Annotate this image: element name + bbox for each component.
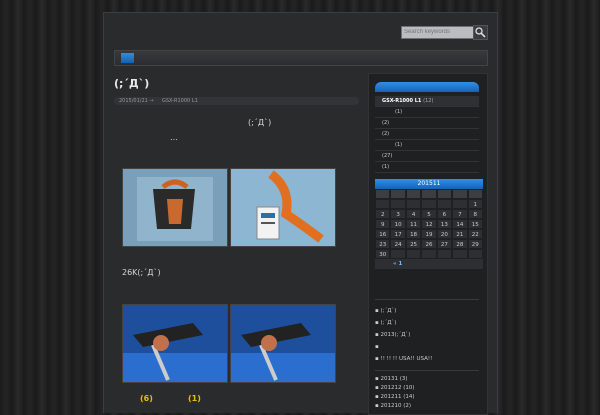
calendar-day[interactable]: 10 — [390, 219, 406, 229]
recent-post-link[interactable]: ▪ 2013(;´Д`) — [375, 329, 432, 341]
calendar-day[interactable]: 4 — [405, 209, 422, 219]
calendar-day — [405, 199, 422, 209]
archive-link[interactable]: ▪ 201210 (2) — [375, 402, 415, 411]
post-footer-count: (1) — [188, 394, 201, 403]
divider — [375, 299, 479, 300]
nav-bar — [114, 50, 488, 66]
sidebar: GSX-R1000 L1 (12) (1) (2) (2) (1) (27) (… — [368, 73, 488, 415]
nav-home-tab[interactable] — [121, 53, 134, 63]
calendar-day[interactable]: 7 — [452, 209, 468, 219]
calendar-day[interactable]: 28 — [452, 239, 468, 249]
calendar-day — [452, 199, 468, 209]
categories-header — [375, 82, 479, 92]
calendar-day[interactable]: 5 — [421, 209, 437, 219]
category-item[interactable]: (1) — [375, 140, 479, 151]
archive-link[interactable]: ▪ 201211 (14) — [375, 393, 415, 402]
calendar-day[interactable]: 22 — [467, 229, 483, 239]
post-meta: 2015/01/21 → GSX-R1000 L1 — [114, 97, 359, 105]
calendar-weekday-header — [390, 189, 406, 199]
calendar-day[interactable]: 19 — [421, 229, 437, 239]
recent-posts-list: ▪ (;´Д`) ▪ (;´Д`) ▪ 2013(;´Д`) ▪ ▪ !! !!… — [375, 305, 432, 365]
post-photo[interactable] — [230, 168, 336, 247]
calendar-day[interactable]: 26 — [421, 239, 437, 249]
calendar-day — [421, 249, 437, 259]
calendar-weekday-header — [436, 189, 453, 199]
archive-link[interactable]: ▪ 201212 (10) — [375, 384, 415, 393]
post-title[interactable]: (;´Д`) — [114, 77, 149, 90]
calendar-weekday-header — [467, 189, 483, 199]
recent-post-link[interactable]: ▪ !! !! !! USA!! USA!! — [375, 353, 432, 365]
calendar-prev-link[interactable]: « 1 — [375, 259, 483, 269]
archives-list: ▪ 20131 (3) ▪ 201212 (10) ▪ 201211 (14) … — [375, 375, 415, 411]
calendar-day[interactable]: 27 — [436, 239, 453, 249]
search-button[interactable] — [473, 25, 488, 40]
post-photo[interactable] — [122, 168, 228, 247]
category-item[interactable]: (2) — [375, 118, 479, 129]
calendar-day[interactable]: 6 — [436, 209, 453, 219]
calendar-weekday-header — [375, 189, 391, 199]
calendar-day[interactable]: 8 — [467, 209, 483, 219]
calendar-day[interactable]: 15 — [467, 219, 483, 229]
calendar-weekday-header — [421, 189, 437, 199]
calendar-day[interactable]: 11 — [405, 219, 422, 229]
category-item[interactable]: (27) — [375, 151, 479, 162]
post-text-line: (;´Д`) — [248, 118, 272, 127]
archive-link[interactable]: ▪ 20131 (3) — [375, 375, 415, 384]
calendar-day — [405, 249, 422, 259]
calendar-day[interactable]: 16 — [375, 229, 391, 239]
calendar-day[interactable]: 18 — [405, 229, 422, 239]
calendar-day[interactable]: 3 — [390, 209, 406, 219]
page-container: (;´Д`) 2015/01/21 → GSX-R1000 L1 (;´Д`) … — [103, 12, 498, 415]
post-category-link[interactable]: GSX-R1000 L1 — [162, 97, 198, 105]
calendar-weekday-header — [405, 189, 422, 199]
calendar-day[interactable]: 12 — [421, 219, 437, 229]
calendar-day — [390, 199, 406, 209]
calendar-day[interactable]: 23 — [375, 239, 391, 249]
calendar-day[interactable]: 24 — [390, 239, 406, 249]
category-item[interactable]: (2) — [375, 129, 479, 140]
calendar-day[interactable]: 29 — [467, 239, 483, 249]
calendar-day[interactable]: 1 — [467, 199, 483, 209]
search-input[interactable] — [401, 26, 476, 39]
calendar-day[interactable]: 17 — [390, 229, 406, 239]
divider — [375, 370, 479, 371]
search-icon — [475, 27, 486, 38]
calendar-day[interactable]: 14 — [452, 219, 468, 229]
recent-post-link[interactable]: ▪ — [375, 341, 432, 353]
calendar-day — [436, 249, 453, 259]
calendar-day — [467, 249, 483, 259]
calendar-day[interactable]: 30 — [375, 249, 391, 259]
calendar-day[interactable]: 13 — [436, 219, 453, 229]
category-item[interactable]: (1) — [375, 107, 479, 118]
calendar-day[interactable]: 9 — [375, 219, 391, 229]
post-footer-count: (6) — [140, 394, 153, 403]
category-item[interactable]: GSX-R1000 L1 (12) — [375, 96, 479, 107]
calendar-day — [390, 249, 406, 259]
calendar-day[interactable]: 25 — [405, 239, 422, 249]
calendar-weekday-header — [452, 189, 468, 199]
calendar-day[interactable]: 2 — [375, 209, 391, 219]
recent-post-link[interactable]: ▪ (;´Д`) — [375, 305, 432, 317]
category-item[interactable]: (1) — [375, 162, 479, 173]
post-photo[interactable] — [230, 304, 336, 383]
calendar-title: 201511 — [375, 179, 483, 189]
calendar-day — [436, 199, 453, 209]
calendar-day — [452, 249, 468, 259]
post-text-line: 26K(;´Д`) — [122, 268, 161, 277]
post-photo[interactable] — [122, 304, 228, 383]
recent-post-link[interactable]: ▪ (;´Д`) — [375, 317, 432, 329]
calendar-grid: 1 2 3 4 5 6 7 8 9 10 11 12 13 14 15 16 17 18 19 20 21 22 23 24 2… — [375, 189, 483, 259]
post-date: 2015/01/21 → — [119, 98, 154, 104]
calendar-day[interactable]: 20 — [436, 229, 453, 239]
calendar-widget: 201511 1 2 3 4 5 6 7 8 9 10 11 12 13 14 15 16 17 18 19 20 21… — [375, 179, 483, 269]
calendar-day — [421, 199, 437, 209]
post-text-line: … — [170, 133, 178, 142]
calendar-day — [375, 199, 391, 209]
calendar-day[interactable]: 21 — [452, 229, 468, 239]
